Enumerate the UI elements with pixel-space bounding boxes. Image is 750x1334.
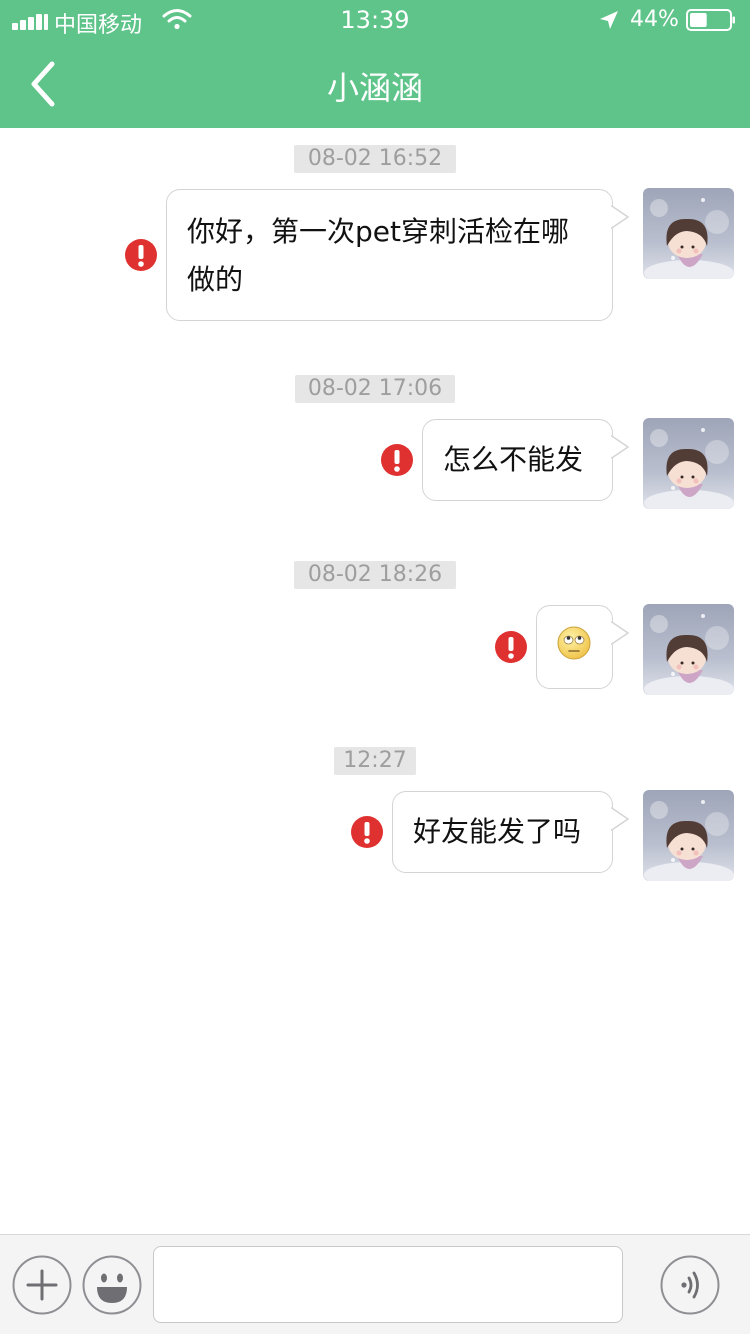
plus-icon[interactable]	[12, 1255, 72, 1315]
top-bar: 中国移动 13:39 44% 小涵涵	[0, 0, 750, 128]
input-bar	[0, 1234, 750, 1334]
status-bar: 中国移动 13:39 44%	[0, 0, 750, 40]
message-timestamp: 12:27	[334, 747, 416, 775]
bubble-tail	[611, 435, 629, 459]
message-input[interactable]	[153, 1246, 623, 1323]
message-text-line: 你好，第一次pet穿刺活检在哪	[187, 215, 569, 248]
avatar[interactable]	[643, 604, 734, 695]
battery-icon	[686, 9, 735, 31]
message-bubble[interactable]: 怎么不能发	[422, 419, 613, 501]
smiley-icon[interactable]	[82, 1255, 142, 1315]
message-timestamp: 08-02 16:52	[294, 145, 456, 173]
message-bubble[interactable]: 好友能发了吗	[392, 791, 613, 873]
message-bubble[interactable]	[536, 605, 613, 689]
error-icon[interactable]	[351, 816, 383, 848]
bubble-tail	[611, 205, 629, 229]
message-text: 好友能发了吗	[413, 815, 582, 848]
error-icon[interactable]	[381, 444, 413, 476]
message-text-line: 做的	[187, 263, 244, 296]
bubble-tail	[611, 621, 629, 645]
avatar[interactable]	[643, 418, 734, 509]
message-bubble[interactable]: 你好，第一次pet穿刺活检在哪 做的	[166, 189, 613, 321]
location-arrow-icon	[600, 11, 618, 29]
message-timestamp: 08-02 17:06	[295, 375, 455, 403]
avatar[interactable]	[643, 188, 734, 279]
rolling-eyes-emoji-icon	[557, 626, 591, 660]
error-icon[interactable]	[495, 631, 527, 663]
message-text: 怎么不能发	[443, 443, 584, 476]
error-icon[interactable]	[125, 239, 157, 271]
avatar[interactable]	[643, 790, 734, 881]
chat-title: 小涵涵	[326, 69, 423, 107]
message-timestamp: 08-02 18:26	[294, 561, 456, 589]
voice-icon[interactable]	[660, 1255, 720, 1315]
bubble-tail	[611, 807, 629, 831]
battery-percent: 44%	[630, 7, 679, 32]
